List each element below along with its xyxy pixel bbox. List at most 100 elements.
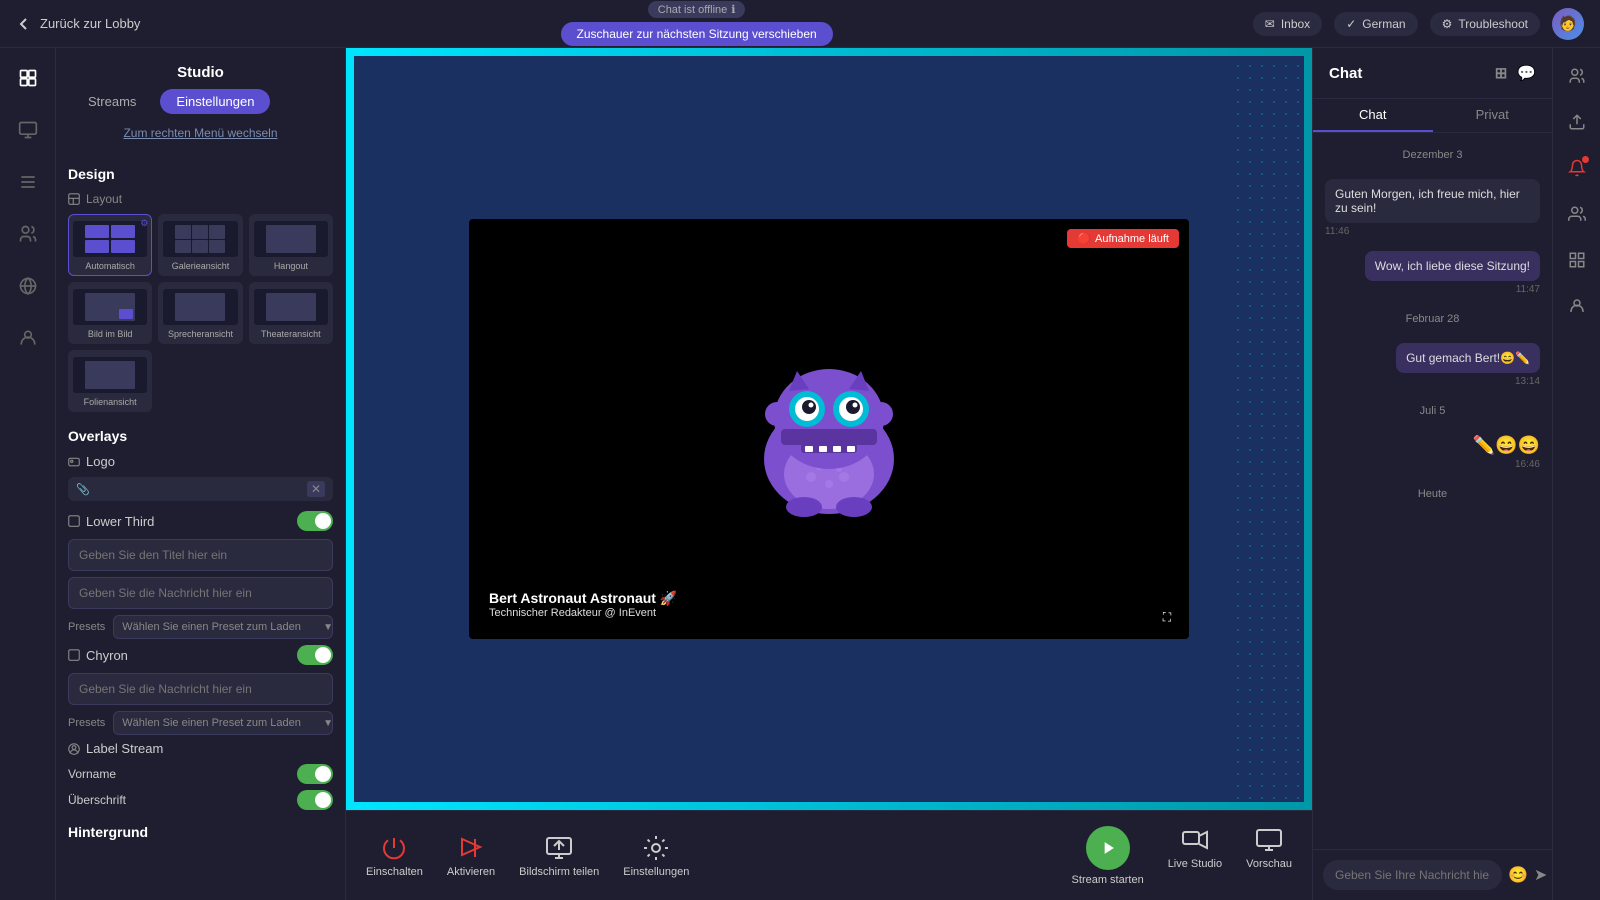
- right-icon-audience[interactable]: [1561, 198, 1593, 230]
- logo-label: Logo: [68, 454, 115, 469]
- lower-third-message-input[interactable]: [68, 577, 333, 609]
- chyron-row: Chyron: [68, 645, 333, 665]
- share-screen-button[interactable]: Bildschirm teilen: [519, 834, 599, 878]
- toolbar-left: Einschalten Aktivieren Bildschirm teilen…: [366, 834, 689, 878]
- recording-badge[interactable]: 🔴 Aufnahme läuft: [1067, 229, 1179, 248]
- layout-grid: ⚙ Automatisch Galerieansicht Hangout: [68, 214, 333, 412]
- einstellungen-button[interactable]: Einstellungen: [623, 834, 689, 878]
- layout-label: Layout: [68, 192, 333, 206]
- left-icon-bar: [0, 48, 56, 900]
- right-icon-person[interactable]: [1561, 290, 1593, 322]
- right-icon-grid[interactable]: [1561, 244, 1593, 276]
- logo-upload: 📎 ✕: [68, 477, 333, 501]
- chat-body: Dezember 3 Guten Morgen, ich freue mich,…: [1313, 133, 1552, 849]
- sidebar-icon-display[interactable]: [10, 112, 46, 148]
- logo-row: Logo: [68, 454, 333, 469]
- chat-send-icon[interactable]: ➤: [1534, 865, 1547, 885]
- chat-emoji-icon[interactable]: 😊: [1508, 865, 1528, 885]
- right-icon-people[interactable]: [1561, 60, 1593, 92]
- date-juli: Juli 5: [1325, 405, 1540, 417]
- logo-input[interactable]: [94, 483, 303, 495]
- sidebar-icon-people[interactable]: [10, 216, 46, 252]
- studio-title: Studio: [56, 48, 345, 89]
- chat-title: Chat: [1329, 65, 1362, 82]
- chyron-label: Chyron: [68, 648, 128, 663]
- right-icon-notification[interactable]: [1561, 152, 1593, 184]
- lower-third-label: Lower Third: [68, 514, 154, 529]
- hintergrund-title: Hintergrund: [68, 824, 333, 840]
- inbox-button[interactable]: ✉ Inbox: [1253, 12, 1322, 36]
- tab-streams[interactable]: Streams: [72, 89, 152, 114]
- layout-gallery[interactable]: Galerieansicht: [158, 214, 242, 276]
- avatar[interactable]: 🧑: [1552, 8, 1584, 40]
- lower-third-title-input[interactable]: [68, 539, 333, 571]
- lower-third-presets-select[interactable]: Wählen Sie einen Preset zum Laden: [113, 615, 333, 639]
- label-stream-section: Label Stream Vorname Überschrift: [68, 741, 333, 810]
- main-layout: Studio Streams Einstellungen Zum rechten…: [0, 48, 1600, 900]
- lower-third-row: Lower Third: [68, 511, 333, 531]
- presenter-title: Technischer Redakteur @ InEvent: [489, 607, 677, 619]
- offline-badge: Chat ist offline ℹ: [648, 1, 746, 18]
- chat-input-area: 😊 ➤: [1313, 849, 1552, 900]
- sidebar-icon-settings[interactable]: [10, 164, 46, 200]
- sidebar-icon-user-settings[interactable]: [10, 320, 46, 356]
- chyron-input[interactable]: [68, 673, 333, 705]
- chat-message-2: Wow, ich liebe diese Sitzung! 11:47: [1365, 251, 1540, 295]
- vorname-toggle[interactable]: [297, 764, 333, 784]
- chat-message-input[interactable]: [1323, 860, 1502, 890]
- einschalten-button[interactable]: Einschalten: [366, 834, 423, 878]
- lower-third-presets-row: Presets Wählen Sie einen Preset zum Lade…: [68, 615, 333, 639]
- layout-section: Layout ⚙ Automatisch Galerieansicht Hang: [68, 192, 333, 412]
- date-heute: Heute: [1325, 488, 1540, 500]
- toolbar-right: Stream starten Live Studio Vorschau: [1072, 826, 1292, 886]
- tab-privat[interactable]: Privat: [1433, 99, 1553, 132]
- ueberschrift-toggle[interactable]: [297, 790, 333, 810]
- back-button[interactable]: Zurück zur Lobby: [16, 16, 140, 32]
- sidebar-icon-globe[interactable]: [10, 268, 46, 304]
- chat-message-1: Guten Morgen, ich freue mich, hier zu se…: [1325, 179, 1540, 237]
- chat-expand-icon[interactable]: ⊞: [1495, 64, 1508, 82]
- layout-hangout[interactable]: Hangout: [249, 214, 333, 276]
- layout-folien[interactable]: Folienansicht: [68, 350, 152, 412]
- video-area: Bert Astronaut Astronaut 🚀 Technischer R…: [346, 48, 1312, 810]
- layout-theater[interactable]: Theateransicht: [249, 282, 333, 344]
- design-section-title: Design: [68, 166, 333, 182]
- layout-pip[interactable]: Bild im Bild: [68, 282, 152, 344]
- vorschau-button[interactable]: Vorschau: [1246, 826, 1292, 886]
- video-background: Bert Astronaut Astronaut 🚀 Technischer R…: [346, 48, 1312, 810]
- chat-header: Chat ⊞ 💬: [1313, 48, 1552, 99]
- chat-panel: Chat ⊞ 💬 Chat Privat Dezember 3 Guten Mo…: [1312, 48, 1552, 900]
- sidebar-icon-menu[interactable]: [10, 60, 46, 96]
- center-stage: Bert Astronaut Astronaut 🚀 Technischer R…: [346, 48, 1312, 900]
- live-studio-button[interactable]: Live Studio: [1168, 826, 1222, 886]
- chyron-presets-select[interactable]: Wählen Sie einen Preset zum Laden: [113, 711, 333, 735]
- tab-settings[interactable]: Einstellungen: [160, 89, 270, 114]
- stream-starten-button[interactable]: Stream starten: [1072, 826, 1144, 886]
- fullscreen-button[interactable]: ⛶: [1153, 603, 1181, 631]
- date-februar: Februar 28: [1325, 313, 1540, 325]
- label-stream-row: Label Stream: [68, 741, 333, 756]
- move-attendees-button[interactable]: Zuschauer zur nächsten Sitzung verschieb…: [561, 22, 833, 46]
- chat-message-icon[interactable]: 💬: [1517, 64, 1536, 82]
- topbar-center: Chat ist offline ℹ Zuschauer zur nächste…: [561, 1, 833, 46]
- layout-speaker[interactable]: Sprecheransicht: [158, 282, 242, 344]
- vorname-row: Vorname: [68, 764, 333, 784]
- aktivieren-button[interactable]: Aktivieren: [447, 834, 495, 878]
- presenter-name: Bert Astronaut Astronaut 🚀: [489, 590, 677, 607]
- lower-third-toggle[interactable]: [297, 511, 333, 531]
- tab-chat[interactable]: Chat: [1313, 99, 1433, 132]
- language-button[interactable]: ✓ German: [1334, 12, 1417, 36]
- video-frame: Bert Astronaut Astronaut 🚀 Technischer R…: [469, 219, 1189, 639]
- right-icon-bar: [1552, 48, 1600, 900]
- studio-tabs: Streams Einstellungen: [56, 89, 345, 126]
- layout-auto[interactable]: ⚙ Automatisch: [68, 214, 152, 276]
- logo-clear-button[interactable]: ✕: [307, 481, 325, 497]
- chat-message-3: Gut gemach Bert!😄✏️ 13:14: [1396, 343, 1540, 387]
- overlays-section: Overlays Logo 📎 ✕ Lo: [68, 428, 333, 840]
- topbar: Zurück zur Lobby Chat ist offline ℹ Zusc…: [0, 0, 1600, 48]
- chyron-toggle[interactable]: [297, 645, 333, 665]
- right-icon-upload[interactable]: [1561, 106, 1593, 138]
- troubleshoot-button[interactable]: ⚙ Troubleshoot: [1430, 12, 1540, 36]
- switch-menu-link[interactable]: Zum rechten Menü wechseln: [56, 126, 345, 152]
- ueberschrift-row: Überschrift: [68, 790, 333, 810]
